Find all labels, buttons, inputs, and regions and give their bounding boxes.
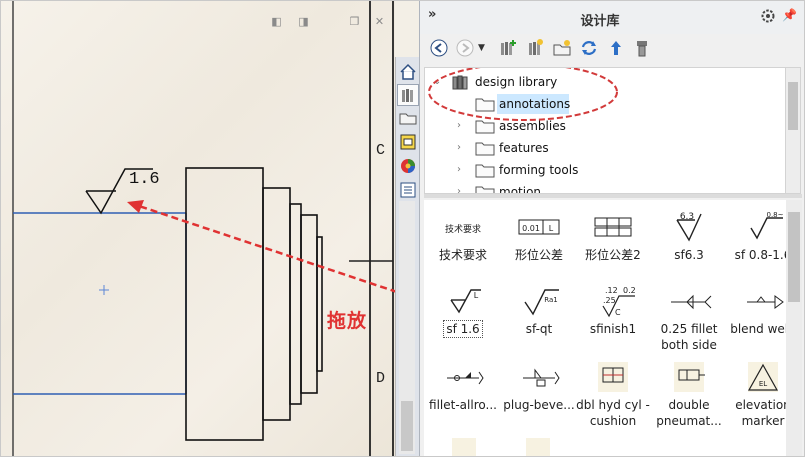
palette-item-label: elevation marker <box>735 398 786 428</box>
create-new-folder-icon[interactable] <box>552 38 572 58</box>
add-to-library-icon[interactable] <box>498 38 518 58</box>
svg-text:技术要求: 技术要求 <box>445 223 481 235</box>
palette-item[interactable]: 0.8~ sf 0.8-1.6 <box>724 210 786 263</box>
palette-item[interactable]: 形位公差2 <box>574 210 652 263</box>
svg-text:L: L <box>474 291 479 300</box>
svg-text:EL: EL <box>759 380 767 388</box>
hydraulic-cylinder-icon <box>598 362 628 392</box>
fillet-weld-icon <box>671 294 712 310</box>
svg-text:0.8~: 0.8~ <box>767 211 784 219</box>
palette-item[interactable]: .12 0.2 .25 C sfinish1 <box>574 284 652 337</box>
palette-item-label: 形位公差2 <box>585 248 641 262</box>
gdt-frame-icon: 0.01 L <box>518 219 560 235</box>
palette-item[interactable]: double pneumat... <box>650 360 728 429</box>
canvas-scrollbar[interactable] <box>399 201 415 454</box>
palette-item[interactable]: plug-beve... <box>500 360 578 413</box>
pane-header: » 设计库 📌 <box>420 1 804 34</box>
section-letter-c: C <box>376 142 386 159</box>
options-gear-icon[interactable] <box>760 8 776 28</box>
palette-item-partial[interactable] <box>526 438 550 456</box>
palette-item[interactable]: dbl hyd cyl - cushion <box>574 360 652 429</box>
surface-finish-range-icon: 0.8~ <box>750 211 784 240</box>
design-library-icon[interactable] <box>397 84 419 106</box>
palette-item-label: 技术要求 <box>438 248 487 262</box>
svg-text:C: C <box>615 308 621 317</box>
design-library-pane: » 设计库 📌 ▼ ⌄ design library annotations ›… <box>419 1 804 456</box>
palette-item[interactable]: 技术要求 技术要求 <box>424 210 502 263</box>
surface-finish-qt-icon: Ra1 <box>524 289 559 316</box>
palette-item-label: fillet-allro... <box>429 398 497 412</box>
library-palette: 技术要求 技术要求 0.01 L 形位公差 形位公差2 6.3 sf6.3 0.8… <box>424 200 786 456</box>
solidworks-window: ◧ ◨ ❐ ✕ 1.6 C D 拖放 ︿ » 设 <box>0 0 805 457</box>
drawing-geometry <box>12 1 395 456</box>
svg-text:Ra1: Ra1 <box>544 296 557 304</box>
palette-item[interactable]: EL elevation marker <box>724 360 786 429</box>
svg-text:.12: .12 <box>605 286 618 295</box>
back-icon[interactable] <box>429 38 449 58</box>
refresh-icon[interactable] <box>579 38 599 58</box>
up-one-level-icon[interactable] <box>606 38 626 58</box>
palette-item-label: sf 1.6 <box>443 320 483 338</box>
tile-left-icon[interactable]: ◧ <box>270 15 283 28</box>
gdt-frame-2-icon <box>594 217 632 237</box>
close-icon[interactable]: ✕ <box>373 15 386 28</box>
palette-item[interactable]: 6.3 sf6.3 <box>650 210 728 263</box>
file-explorer-icon[interactable] <box>397 107 419 129</box>
blend-weld-icon <box>747 295 784 309</box>
view-palette-icon[interactable] <box>397 131 419 153</box>
surface-finish-icon: 6.3 <box>676 212 702 242</box>
home-icon[interactable] <box>397 61 419 83</box>
appearances-icon[interactable] <box>397 155 419 177</box>
palette-item[interactable]: 0.25 fillet both side <box>650 284 728 353</box>
custom-properties-icon[interactable] <box>397 179 419 201</box>
palette-item-label: sf 0.8-1.6 <box>734 248 786 262</box>
palette-item-label: sfinish1 <box>589 322 637 336</box>
elevation-marker-icon: EL <box>747 362 779 392</box>
palette-item-selected[interactable]: L sf 1.6 <box>424 284 502 338</box>
pneumatic-cylinder-icon <box>674 362 705 392</box>
restore-icon[interactable]: ❐ <box>348 15 361 28</box>
pane-splitter[interactable] <box>424 194 802 198</box>
svg-text:0.2: 0.2 <box>623 286 636 295</box>
palette-item-label: double pneumat... <box>656 398 722 428</box>
palette-item[interactable]: Ra1 sf-qt <box>500 284 578 337</box>
forward-icon[interactable] <box>455 38 475 58</box>
highlight-ellipse <box>428 68 618 121</box>
palette-item[interactable]: blend weld <box>724 284 786 337</box>
palette-item[interactable]: 0.01 L 形位公差 <box>500 210 578 263</box>
palette-item-label: sf6.3 <box>674 248 704 262</box>
pin-icon[interactable]: 📌 <box>782 8 797 22</box>
dropdown-icon[interactable]: ▼ <box>478 38 498 58</box>
tile-right-icon[interactable]: ◨ <box>297 15 310 28</box>
palette-item-label: dbl hyd cyl - cushion <box>576 398 650 428</box>
library-tree[interactable]: ⌄ design library annotations › assemblie… <box>424 67 786 194</box>
pane-toolbar: ▼ <box>420 34 804 64</box>
svg-text:6.3: 6.3 <box>680 212 694 222</box>
drawing-canvas[interactable]: ◧ ◨ ❐ ✕ 1.6 C D <box>1 1 395 456</box>
surface-finish-detailed-icon: .12 0.2 .25 C <box>602 286 636 318</box>
svg-text:0.01: 0.01 <box>522 224 540 233</box>
section-letter-d: D <box>376 370 386 387</box>
svg-text:L: L <box>549 224 554 233</box>
palette-item[interactable]: fillet-allro... <box>424 360 502 413</box>
palette-item-label: sf-qt <box>525 322 553 336</box>
surface-finish-icon: L <box>450 289 481 314</box>
fillet-all-around-icon <box>447 371 484 385</box>
palette-item-label: 0.25 fillet both side <box>660 322 718 352</box>
plug-bevel-weld-icon <box>523 368 560 387</box>
palette-item-label: plug-beve... <box>503 398 575 412</box>
tree-scrollbar[interactable] <box>785 67 801 194</box>
pane-title: 设计库 <box>580 14 620 29</box>
add-file-location-icon[interactable] <box>525 38 545 58</box>
palette-scrollbar[interactable] <box>786 200 802 456</box>
generate-library-feature-icon[interactable] <box>632 38 652 58</box>
tech-requirements-icon: 技术要求 <box>445 223 481 235</box>
surface-finish-value: 1.6 <box>129 170 160 189</box>
palette-item-partial[interactable] <box>452 438 476 456</box>
drag-drop-label: 拖放 <box>327 310 368 332</box>
svg-text:.25: .25 <box>603 296 616 305</box>
palette-item-label: 形位公差 <box>514 248 563 262</box>
palette-item-label: blend weld <box>730 322 786 336</box>
